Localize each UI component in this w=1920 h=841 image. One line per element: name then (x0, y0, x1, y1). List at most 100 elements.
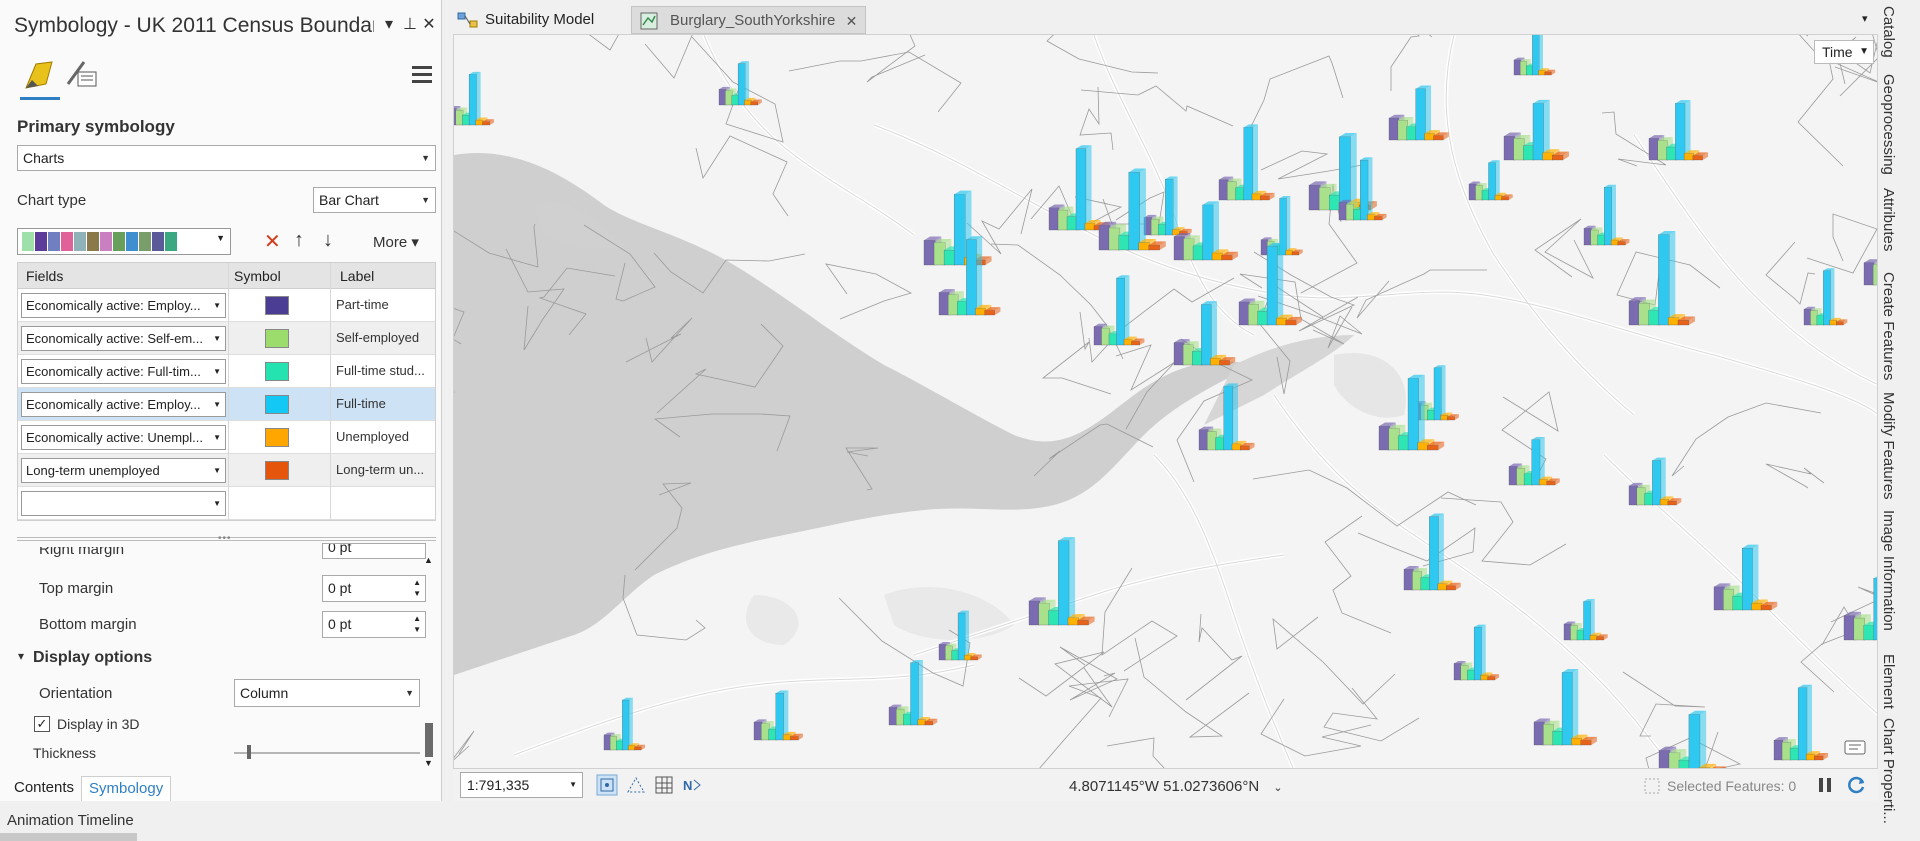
top-margin-input[interactable]: 0 pt ▲ ▼ (322, 575, 426, 602)
field-label[interactable]: Self-employed (336, 330, 436, 345)
field-dropdown[interactable]: Long-term unemployed ▼ (21, 458, 226, 483)
thickness-slider-handle[interactable] (247, 745, 252, 759)
table-row[interactable]: Economically active: Self-em... ▼ Self-emp… (18, 322, 435, 355)
tab-symbology[interactable]: Symbology (81, 776, 172, 801)
dock-tab-catalog[interactable]: Catalog (1880, 6, 1897, 58)
field-label[interactable]: Full-time stud... (336, 363, 436, 378)
chart-bar (1652, 460, 1662, 506)
dock-tab-chart-properti-[interactable]: Chart Properti... (1880, 718, 1897, 824)
chevron-down-icon[interactable]: ⌄ (1273, 782, 1282, 794)
splitter-grip-icon[interactable]: ••• (218, 533, 232, 544)
selected-features-count[interactable]: Selected Features: 0 (1667, 778, 1796, 794)
more-button[interactable]: More ▾ (373, 233, 419, 251)
symbol-swatch[interactable] (265, 296, 289, 315)
table-row[interactable]: Economically active: Unempl... ▼ Unemploye… (18, 421, 435, 454)
symbol-swatch[interactable] (265, 395, 289, 414)
thickness-slider[interactable] (234, 752, 420, 754)
table-row[interactable]: Long-term unemployed ▼ Long-term un... (18, 454, 435, 487)
orientation-dropdown[interactable]: Column ▼ (234, 679, 420, 707)
chart-bar (888, 707, 898, 726)
pin-icon[interactable]: ⊥ (401, 14, 419, 34)
dock-tab-modify-features[interactable]: Modify Features (1880, 392, 1897, 500)
primary-symbology-dropdown[interactable]: Charts ▼ (17, 145, 436, 171)
field-dropdown[interactable]: Economically active: Employ... ▼ (21, 392, 226, 417)
spinner-icon[interactable]: ▲ ▼ (413, 613, 421, 635)
notifications-icon[interactable] (1844, 740, 1866, 758)
pause-icon[interactable] (1815, 775, 1835, 795)
animation-timeline-label[interactable]: Animation Timeline (7, 812, 134, 829)
scroll-thumb[interactable] (425, 723, 433, 757)
coordinate-readout[interactable]: 4.8071145°W 51.0273606°N ⌄ (1069, 778, 1283, 795)
display-3d-checkbox[interactable]: ✓ (34, 716, 50, 732)
map-view[interactable] (453, 34, 1878, 769)
field-label[interactable]: Part-time (336, 297, 436, 312)
move-up-icon[interactable]: ↑ (294, 229, 304, 252)
field-dropdown[interactable]: Economically active: Unempl... ▼ (21, 425, 226, 450)
dock-tab-element[interactable]: Element (1880, 654, 1897, 709)
correction-icon[interactable]: N (681, 774, 703, 796)
close-tab-icon[interactable]: ✕ (846, 7, 858, 35)
map-canvas[interactable] (454, 35, 1878, 769)
dock-tab-geoprocessing[interactable]: Geoprocessing (1880, 74, 1897, 175)
options-dropdown-icon[interactable]: ▾ (380, 14, 398, 34)
field-name: Economically active: Self-em... (26, 331, 204, 346)
dock-tab-attributes[interactable]: Attributes (1880, 188, 1897, 251)
bottom-margin-input[interactable]: 0 pt ▲ ▼ (322, 611, 426, 638)
snapping-icon[interactable] (596, 774, 618, 796)
collapse-chevron-icon[interactable]: ▾ (18, 649, 24, 663)
chart-bar (1823, 270, 1831, 326)
chart-bar (1397, 120, 1408, 141)
color-scheme-dropdown[interactable]: ▼ (17, 228, 231, 255)
tab-contents[interactable]: Contents (7, 776, 81, 801)
constraints-icon[interactable] (625, 774, 647, 796)
symbol-column-header[interactable]: Symbol (234, 268, 281, 284)
time-button[interactable]: Time ▼ (1814, 40, 1874, 64)
scroll-down-icon[interactable]: ▼ (424, 758, 433, 768)
menu-icon[interactable] (412, 66, 432, 84)
display-3d-label[interactable]: Display in 3D (57, 716, 139, 732)
move-down-icon[interactable]: ↓ (323, 229, 333, 252)
chart-bar (1318, 187, 1331, 211)
chart-bar (1131, 341, 1140, 346)
close-icon[interactable]: ✕ (420, 14, 438, 34)
chart-bar (782, 734, 792, 741)
symbol-swatch[interactable] (265, 329, 289, 348)
field-label[interactable]: Unemployed (336, 429, 436, 444)
tab-overflow-chevron-icon[interactable]: ▾ (1862, 12, 1868, 25)
table-row[interactable]: Economically active: Full-tim... ▼ Full-ti… (18, 355, 435, 388)
spinner-icon[interactable]: ▲ ▼ (413, 577, 421, 599)
vary-symbology-icon[interactable] (64, 58, 100, 94)
remove-field-icon[interactable]: ✕ (264, 229, 281, 254)
scale-dropdown[interactable]: 1:791,335 ▼ (460, 772, 583, 798)
field-dropdown[interactable]: Economically active: Self-em... ▼ (21, 326, 226, 351)
field-label[interactable]: Long-term un... (336, 462, 436, 477)
symbol-swatch[interactable] (265, 362, 289, 381)
tab-suitability-model[interactable]: Suitability Model (453, 6, 623, 34)
dock-tab-create-features[interactable]: Create Features (1880, 272, 1897, 380)
label-column-header[interactable]: Label (340, 268, 374, 284)
chart-bar (1048, 610, 1060, 626)
chart-bar-side (1350, 132, 1357, 210)
tab-burglary-southyorkshire[interactable]: Burglary_SouthYorkshire ✕ (631, 6, 867, 35)
table-row[interactable]: Economically active: Employ... ▼ Full-time (18, 388, 435, 421)
field-dropdown[interactable]: Economically active: Full-tim... ▼ (21, 359, 226, 384)
chart-bar (1589, 635, 1598, 641)
dock-tab-image-information[interactable]: Image Information (1880, 510, 1897, 631)
field-label[interactable]: Full-time (336, 396, 436, 411)
table-row[interactable]: Economically active: Employ... ▼ Part-time (18, 289, 435, 322)
symbol-swatch[interactable] (265, 461, 289, 480)
symbol-swatch[interactable] (265, 428, 289, 447)
chart-bar (1610, 239, 1619, 246)
chart-type-dropdown[interactable]: Bar Chart ▼ (313, 187, 436, 213)
refresh-icon[interactable] (1847, 775, 1867, 795)
pane-scrollbar[interactable]: ▲ ▼ (423, 555, 435, 770)
display-options-heading[interactable]: Display options (33, 649, 152, 667)
scroll-up-icon[interactable]: ▲ (424, 555, 433, 565)
field-dropdown[interactable]: Economically active: Employ... ▼ (21, 293, 226, 318)
symbology-tab-icon[interactable] (22, 58, 58, 94)
fields-column-header[interactable]: Fields (26, 268, 63, 284)
grid-icon[interactable] (653, 774, 675, 796)
table-row[interactable]: ▼ (18, 487, 435, 520)
field-dropdown[interactable]: ▼ (21, 491, 226, 516)
right-margin-input[interactable]: 0 pt (322, 543, 426, 559)
